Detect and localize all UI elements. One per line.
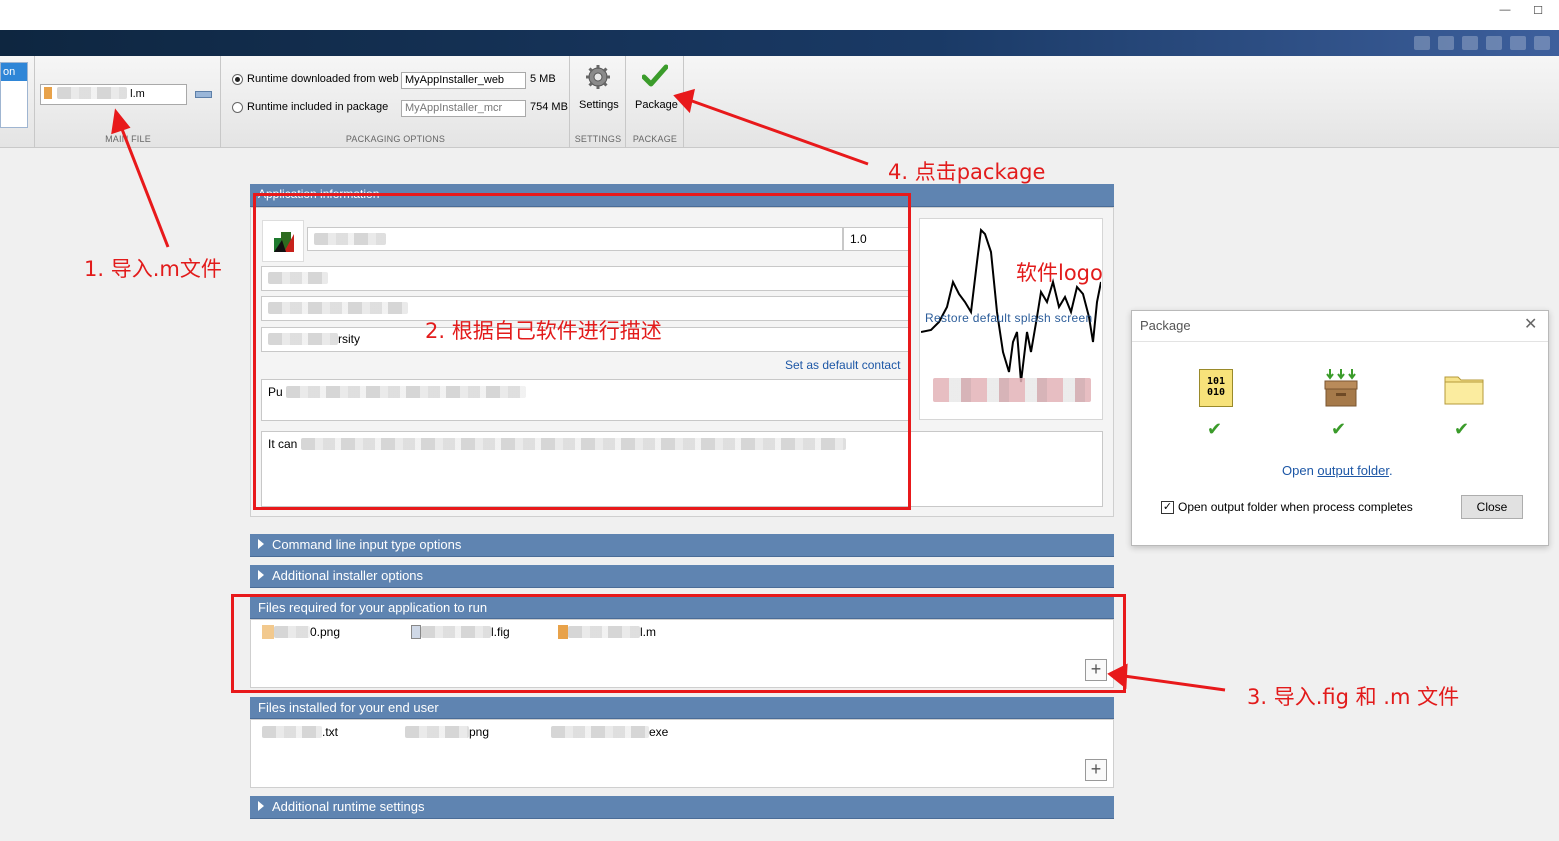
annotation-step4: 4. 点击package (888, 160, 1046, 184)
annotation-step3: 3. 导入.fig 和 .m 文件 (1247, 685, 1460, 709)
annotation-step2: 2. 根据自己软件进行描述 (425, 319, 662, 343)
annotation-step1: 1. 导入.m文件 (84, 257, 222, 281)
annotation-arrows (111, 88, 1226, 692)
annotation-logo: 软件logo (1016, 261, 1103, 285)
